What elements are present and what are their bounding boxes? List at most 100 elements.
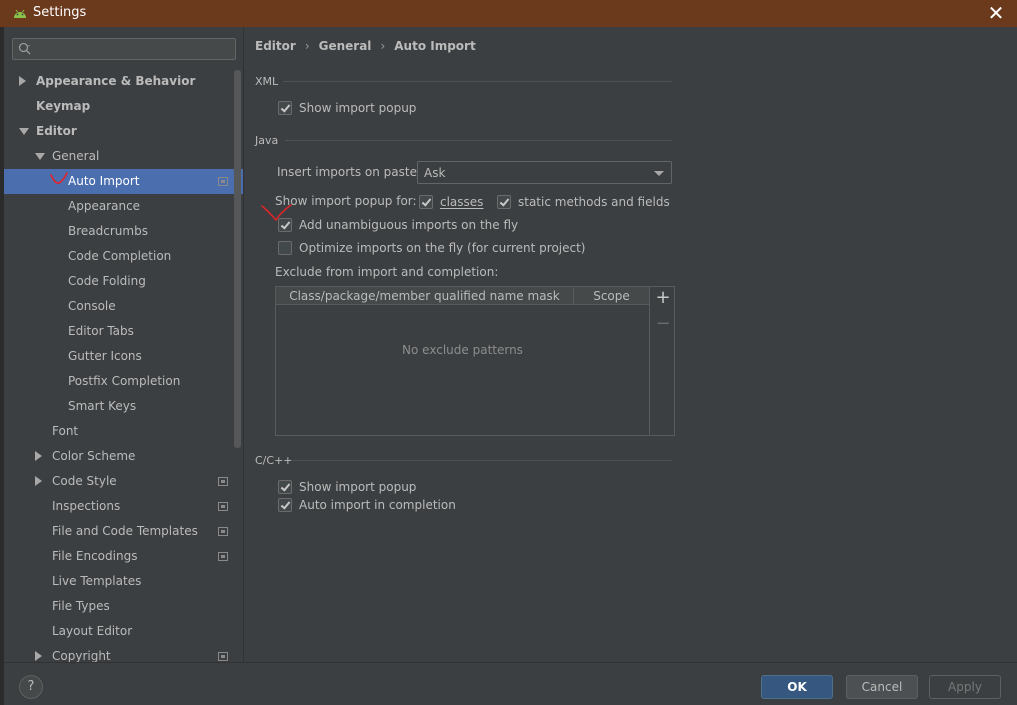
popup-classes-label: classes (440, 195, 484, 209)
popup-static-methods-checkbox[interactable] (497, 195, 511, 209)
sidebar-item-general[interactable]: General (4, 144, 243, 169)
window-title: Settings (33, 5, 87, 20)
cpp-auto-import-completion-label: Auto import in completion (299, 498, 456, 512)
title-bar: Settings ✕ (0, 0, 1017, 27)
sidebar-item-postfix-completion[interactable]: Postfix Completion (4, 369, 243, 394)
project-scope-icon (218, 502, 228, 511)
breadcrumb-separator: › (380, 39, 386, 53)
remove-pattern-icon: − (655, 313, 671, 334)
section-divider (285, 140, 672, 141)
sidebar-item-label: Layout Editor (52, 624, 133, 638)
sidebar-item-label: Auto Import (68, 174, 140, 188)
sidebar-item-code-completion[interactable]: Code Completion (4, 244, 243, 269)
collapsed-arrow-icon[interactable] (35, 651, 42, 661)
insert-imports-label: Insert imports on paste: (277, 165, 422, 179)
sidebar-item-inspections[interactable]: Inspections (4, 494, 243, 519)
sidebar-item-layout-editor[interactable]: Layout Editor (4, 619, 243, 644)
sidebar-item-copyright[interactable]: Copyright (4, 644, 243, 662)
sidebar-scrollbar[interactable] (234, 70, 241, 448)
expanded-arrow-icon[interactable] (19, 128, 29, 135)
column-header-scope[interactable]: Scope (574, 287, 649, 305)
sidebar-item-label: File Encodings (52, 549, 138, 563)
sidebar-item-label: Code Style (52, 474, 117, 488)
project-scope-icon (218, 552, 228, 561)
settings-search-input[interactable] (12, 38, 236, 60)
popup-static-methods-label: static methods and fields (518, 195, 670, 209)
sidebar-item-file-encodings[interactable]: File Encodings (4, 544, 243, 569)
sidebar-item-editor[interactable]: Editor (4, 119, 243, 144)
sidebar-item-label: Color Scheme (52, 449, 136, 463)
expanded-arrow-icon[interactable] (35, 153, 45, 160)
collapsed-arrow-icon[interactable] (19, 76, 26, 86)
sidebar-item-breadcrumbs[interactable]: Breadcrumbs (4, 219, 243, 244)
cpp-show-import-popup-checkbox[interactable] (278, 480, 292, 494)
settings-sidebar: Appearance & Behavior Keymap Editor General… (4, 27, 244, 662)
section-title-xml: XML (255, 75, 279, 88)
sidebar-item-code-style[interactable]: Code Style (4, 469, 243, 494)
breadcrumb-general[interactable]: General (319, 39, 372, 53)
close-icon[interactable]: ✕ (983, 2, 1009, 24)
sidebar-item-font[interactable]: Font (4, 419, 243, 444)
sidebar-item-console[interactable]: Console (4, 294, 243, 319)
insert-imports-value: Ask (424, 166, 446, 180)
xml-show-import-popup-checkbox[interactable] (278, 101, 292, 115)
popup-classes-checkbox[interactable] (419, 195, 433, 209)
sidebar-item-auto-import[interactable]: Auto Import (4, 169, 243, 194)
red-checkmark-annotation-icon (261, 204, 292, 222)
insert-imports-dropdown[interactable]: Ask (417, 161, 672, 184)
sidebar-item-file-types[interactable]: File Types (4, 594, 243, 619)
sidebar-item-gutter-icons[interactable]: Gutter Icons (4, 344, 243, 369)
cpp-auto-import-completion-checkbox[interactable] (278, 498, 292, 512)
sidebar-item-smart-keys[interactable]: Smart Keys (4, 394, 243, 419)
sidebar-item-label: General (52, 149, 100, 163)
breadcrumb-auto-import: Auto Import (394, 39, 476, 53)
sidebar-item-code-folding[interactable]: Code Folding (4, 269, 243, 294)
project-scope-icon (218, 652, 228, 661)
red-checkmark-annotation-icon (50, 172, 68, 184)
sidebar-item-label: Keymap (36, 99, 91, 113)
breadcrumb-editor[interactable]: Editor (255, 39, 296, 53)
sidebar-item-live-templates[interactable]: Live Templates (4, 569, 243, 594)
sidebar-item-label: Copyright (52, 649, 111, 662)
project-scope-icon (218, 527, 228, 536)
sidebar-item-label: Gutter Icons (68, 349, 142, 363)
table-toolbar: + − (649, 287, 675, 435)
popup-for-label: Show import popup for: (275, 194, 417, 208)
sidebar-item-appearance-behavior[interactable]: Appearance & Behavior (4, 69, 243, 94)
sidebar-item-file-and-code-templates[interactable]: File and Code Templates (4, 519, 243, 544)
sidebar-item-label: Inspections (52, 499, 121, 513)
optimize-imports-label: Optimize imports on the fly (for current… (299, 241, 586, 255)
cancel-button[interactable]: Cancel (846, 675, 918, 699)
column-header-mask[interactable]: Class/package/member qualified name mask (276, 287, 574, 305)
add-pattern-icon[interactable]: + (654, 289, 672, 307)
section-title-java: Java (255, 134, 279, 147)
sidebar-item-label: Editor (36, 124, 77, 138)
sidebar-item-appearance[interactable]: Appearance (4, 194, 243, 219)
help-button[interactable]: ? (19, 675, 43, 699)
sidebar-item-label: Breadcrumbs (68, 224, 148, 238)
empty-table-message: No exclude patterns (402, 343, 523, 357)
apply-button: Apply (929, 675, 1001, 699)
ok-button[interactable]: OK (761, 675, 833, 699)
sidebar-item-label: File and Code Templates (52, 524, 198, 538)
sidebar-item-label: Console (68, 299, 116, 313)
sidebar-item-label: File Types (52, 599, 110, 613)
section-title-cpp: C/C++ (255, 454, 293, 467)
sidebar-item-label: Postfix Completion (68, 374, 181, 388)
optimize-imports-checkbox[interactable] (278, 241, 292, 255)
sidebar-item-keymap[interactable]: Keymap (4, 94, 243, 119)
sidebar-item-color-scheme[interactable]: Color Scheme (4, 444, 243, 469)
breadcrumb: Editor › General › Auto Import (255, 39, 476, 53)
project-scope-icon (218, 477, 228, 486)
collapsed-arrow-icon[interactable] (35, 451, 42, 461)
search-icon (18, 42, 31, 55)
exclude-patterns-table[interactable]: Class/package/member qualified name mask… (275, 286, 675, 436)
project-scope-icon (218, 177, 228, 186)
dialog-footer: ? OK Cancel Apply (4, 662, 1017, 705)
breadcrumb-separator: › (304, 39, 310, 53)
sidebar-item-editor-tabs[interactable]: Editor Tabs (4, 319, 243, 344)
chevron-down-icon (654, 171, 664, 176)
sidebar-item-label: Code Completion (68, 249, 172, 263)
collapsed-arrow-icon[interactable] (35, 476, 42, 486)
section-divider (293, 460, 672, 461)
